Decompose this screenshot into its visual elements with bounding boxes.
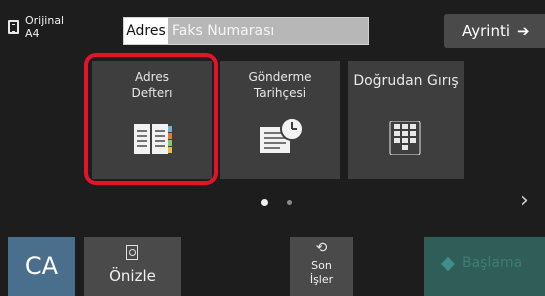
detail-button[interactable]: Ayrinti ➔ bbox=[444, 14, 545, 48]
preview-label: Önizle bbox=[109, 267, 156, 285]
start-button[interactable]: Başlama bbox=[424, 237, 545, 296]
send-history-icon bbox=[260, 117, 304, 153]
original-size: A4 bbox=[25, 27, 40, 40]
arrow-right-icon: ➔ bbox=[517, 22, 530, 40]
recent-jobs-label: Son İşler bbox=[309, 259, 334, 286]
chevron-right-icon[interactable]: › bbox=[520, 188, 529, 213]
send-history-tile[interactable]: Gönderme Tarihçesi bbox=[220, 61, 340, 179]
original-settings[interactable]: Orijinal A4 bbox=[8, 14, 100, 50]
clear-all-button[interactable]: CA bbox=[8, 237, 75, 296]
document-icon bbox=[8, 20, 19, 34]
preview-button[interactable]: Önizle bbox=[84, 237, 181, 296]
original-label: Orijinal bbox=[25, 14, 65, 27]
tile-label: Doğrudan Gırış bbox=[353, 73, 459, 89]
keypad-icon bbox=[389, 121, 421, 155]
detail-label: Ayrinti bbox=[462, 22, 511, 40]
start-label: Başlama bbox=[462, 255, 523, 271]
fax-address-field[interactable]: Adres Faks Numarası bbox=[123, 17, 369, 45]
selection-highlight bbox=[84, 53, 218, 185]
preview-icon bbox=[126, 245, 138, 260]
page-dot[interactable] bbox=[287, 200, 292, 205]
direct-entry-tile[interactable]: Doğrudan Gırış bbox=[348, 61, 464, 179]
history-icon: ⟲ bbox=[315, 240, 328, 256]
tile-label: Gönderme Tarihçesi bbox=[248, 70, 312, 100]
recent-jobs-button[interactable]: ⟲ Son İşler bbox=[290, 237, 353, 296]
start-icon bbox=[440, 256, 456, 272]
page-dot-active[interactable] bbox=[261, 199, 268, 206]
address-button[interactable]: Adres bbox=[124, 18, 168, 44]
fax-number-placeholder: Faks Numarası bbox=[172, 23, 275, 39]
